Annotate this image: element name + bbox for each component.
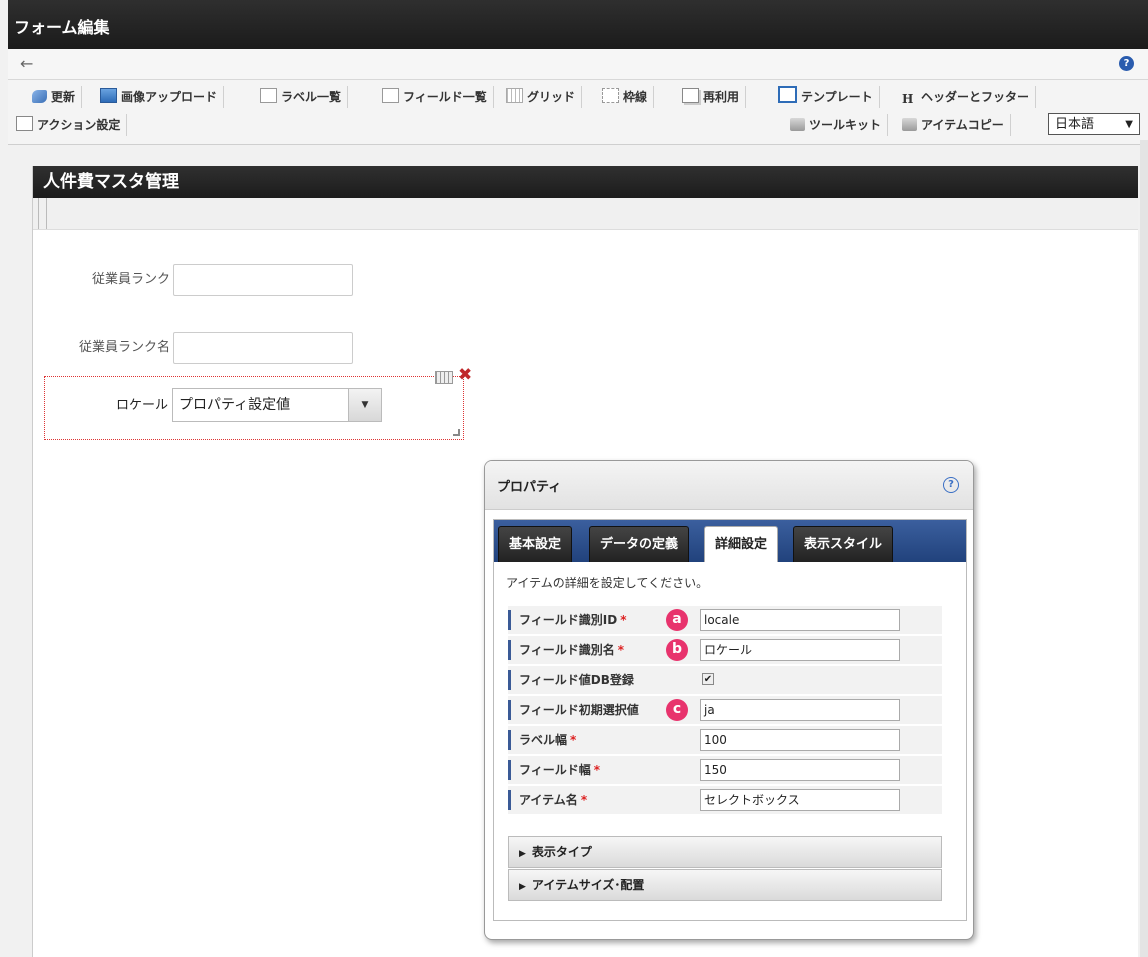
- action-settings-button[interactable]: アクション設定: [12, 114, 128, 136]
- template-button[interactable]: テンプレート: [774, 86, 880, 108]
- update-button[interactable]: 更新: [28, 86, 83, 108]
- property-label: フィールド初期選択値: [519, 703, 639, 717]
- property-label: フィールド識別ID: [519, 613, 618, 627]
- display-type-accordion[interactable]: ▶ 表示タイプ: [508, 836, 942, 868]
- employee-rank-input[interactable]: [173, 264, 353, 296]
- delete-icon[interactable]: ✖: [458, 366, 472, 384]
- item-copy-button[interactable]: アイテムコピー: [898, 114, 1011, 136]
- field-name-input[interactable]: ロケール: [700, 639, 900, 661]
- annotation-badge: a: [666, 609, 688, 631]
- property-row: アイテム名 * セレクトボックス: [508, 786, 942, 815]
- annotation-badge: b: [666, 639, 688, 661]
- vertical-scrollbar[interactable]: [1140, 140, 1148, 957]
- language-select[interactable]: 日本語 ▼: [1048, 113, 1140, 135]
- property-label: フィールド値DB登録: [519, 673, 634, 687]
- property-label: ラベル幅: [519, 733, 568, 747]
- field-list-button[interactable]: フィールド一覧: [378, 86, 494, 108]
- image-upload-button[interactable]: 画像アップロード: [96, 86, 225, 108]
- border-button[interactable]: 枠線: [598, 86, 655, 108]
- property-row: フィールド初期選択値 c ja: [508, 696, 942, 725]
- list-icon: [382, 88, 399, 103]
- property-label: フィールド識別名: [519, 643, 615, 657]
- required-mark: *: [617, 643, 625, 657]
- reuse-button[interactable]: 再利用: [678, 86, 747, 108]
- property-dialog: プロパティ ? 基本設定 データの定義 詳細設定 表示スタイル アイテムの詳細を…: [484, 460, 974, 940]
- property-row: フィールド値DB登録 ✔: [508, 666, 942, 695]
- toolkit-icon: [902, 118, 917, 131]
- image-icon: [100, 88, 117, 103]
- form-subheader: [33, 198, 1138, 230]
- property-label: アイテム名: [519, 793, 578, 807]
- grid-button[interactable]: グリッド: [502, 86, 583, 108]
- item-name-input[interactable]: セレクトボックス: [700, 789, 900, 811]
- nav-row: ← ?: [8, 49, 1148, 80]
- tab-detail-settings[interactable]: 詳細設定: [704, 526, 779, 562]
- required-mark: *: [620, 613, 627, 627]
- chevron-down-icon: ▼: [1125, 119, 1133, 130]
- label-list-button[interactable]: ラベル一覧: [256, 86, 349, 108]
- copy-icon: [682, 88, 699, 103]
- description-text: アイテムの詳細を設定してください。: [506, 576, 709, 590]
- property-row: フィールド識別名 * b ロケール: [508, 636, 942, 665]
- dialog-body: 基本設定 データの定義 詳細設定 表示スタイル アイテムの詳細を設定してください…: [493, 519, 967, 921]
- window-title-bar: フォーム編集: [8, 0, 1148, 49]
- grid-icon[interactable]: [435, 371, 453, 384]
- tab-display-style[interactable]: 表示スタイル: [793, 526, 894, 562]
- annotation-badge: c: [666, 699, 688, 721]
- toolkit-icon: [790, 118, 805, 131]
- back-arrow-icon[interactable]: ←: [20, 55, 42, 73]
- resize-handle-icon[interactable]: [453, 429, 460, 436]
- field-label: 従業員ランク: [91, 272, 170, 287]
- locale-select[interactable]: プロパティ設定値 ▼: [172, 388, 382, 422]
- property-row: フィールド幅 * 150: [508, 756, 942, 785]
- field-label: 従業員ランク名: [78, 340, 170, 355]
- chevron-down-icon[interactable]: ▼: [348, 389, 381, 421]
- list-icon: [260, 88, 277, 103]
- dialog-title: プロパティ: [497, 480, 562, 495]
- help-icon[interactable]: ?: [1119, 56, 1134, 71]
- property-label: フィールド幅: [519, 763, 591, 777]
- employee-rank-name-input[interactable]: [173, 332, 353, 364]
- header-icon: H: [902, 92, 914, 106]
- update-icon: [32, 90, 47, 103]
- item-size-accordion[interactable]: ▶ アイテムサイズ･配置: [508, 869, 942, 901]
- action-icon: [16, 116, 33, 131]
- required-mark: *: [570, 733, 577, 747]
- db-register-checkbox[interactable]: ✔: [702, 673, 714, 685]
- field-id-input[interactable]: locale: [700, 609, 900, 631]
- tab-data-definition[interactable]: データの定義: [589, 526, 690, 562]
- template-icon: [778, 86, 797, 103]
- property-row: ラベル幅 * 100: [508, 726, 942, 755]
- caret-right-icon: ▶: [519, 849, 526, 859]
- grid-icon: [506, 88, 523, 103]
- field-label: ロケール: [115, 398, 168, 413]
- tab-basic-settings[interactable]: 基本設定: [498, 526, 573, 562]
- required-mark: *: [580, 793, 588, 807]
- window-title: フォーム編集: [14, 18, 110, 37]
- field-width-input[interactable]: 150: [700, 759, 900, 781]
- help-icon[interactable]: ?: [943, 477, 959, 493]
- tab-bar: 基本設定 データの定義 詳細設定 表示スタイル: [494, 520, 966, 562]
- caret-right-icon: ▶: [519, 882, 526, 892]
- label-width-input[interactable]: 100: [700, 729, 900, 751]
- form-title: 人件費マスタ管理: [33, 166, 1138, 198]
- initial-value-input[interactable]: ja: [700, 699, 900, 721]
- dialog-header: プロパティ ?: [485, 461, 973, 510]
- header-footer-button[interactable]: H ヘッダーとフッター: [898, 86, 1037, 108]
- toolbar: 更新 画像アップロード ラベル一覧 フィールド一覧 グリッド 枠線 再利用 テン…: [8, 80, 1148, 145]
- toolkit-button[interactable]: ツールキット: [786, 114, 889, 136]
- border-icon: [602, 88, 619, 103]
- required-mark: *: [593, 763, 601, 777]
- property-row: フィールド識別ID * a locale: [508, 606, 942, 635]
- guide-line: [38, 198, 39, 229]
- guide-line: [46, 198, 47, 229]
